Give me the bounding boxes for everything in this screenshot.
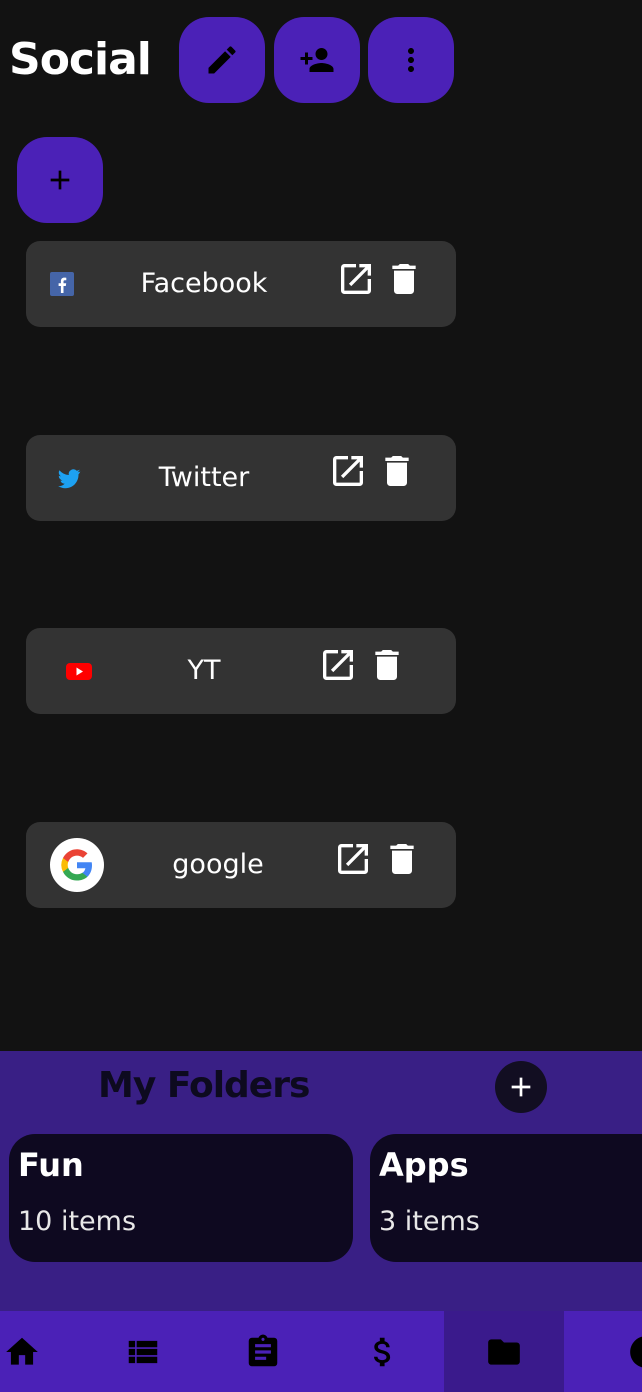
link-label: YT — [187, 655, 221, 686]
plus-icon — [50, 170, 70, 190]
youtube-icon — [65, 657, 93, 685]
nav-theme[interactable] — [564, 1311, 642, 1392]
nav-list[interactable] — [83, 1311, 203, 1392]
page-title: Social — [9, 34, 152, 85]
pencil-icon — [208, 46, 236, 74]
trash-icon — [392, 264, 416, 294]
folder-item-count: 3 items — [379, 1206, 480, 1237]
add-person-button[interactable] — [274, 17, 360, 103]
clipboard-icon — [248, 1334, 278, 1366]
nav-clipboard[interactable] — [203, 1311, 323, 1392]
add-folder-button[interactable] — [495, 1061, 547, 1113]
folders-panel: My Folders Fun 10 items Apps 3 items — [0, 1051, 642, 1311]
folder-name: Fun — [18, 1146, 84, 1184]
folder-card-fun[interactable]: Fun 10 items — [9, 1134, 353, 1262]
add-link-button[interactable] — [17, 137, 103, 223]
delete-link-button[interactable] — [367, 645, 407, 685]
link-card-google[interactable]: google — [26, 822, 456, 908]
bottom-nav — [0, 1311, 642, 1392]
twitter-icon — [56, 465, 82, 491]
trash-icon — [390, 844, 414, 874]
nav-folders[interactable] — [444, 1311, 564, 1392]
link-card-facebook[interactable]: Facebook — [26, 241, 456, 327]
open-external-icon — [341, 264, 371, 294]
link-card-twitter[interactable]: Twitter — [26, 435, 456, 521]
delete-link-button[interactable] — [384, 259, 424, 299]
link-label: google — [172, 849, 264, 880]
open-link-button[interactable] — [318, 645, 358, 685]
open-link-button[interactable] — [328, 451, 368, 491]
add-person-icon — [300, 48, 334, 72]
more-vert-icon — [408, 48, 414, 72]
link-label: Twitter — [158, 462, 250, 493]
open-link-button[interactable] — [333, 839, 373, 879]
more-options-button[interactable] — [368, 17, 454, 103]
folder-card-apps[interactable]: Apps 3 items — [370, 1134, 642, 1262]
edit-button[interactable] — [179, 17, 265, 103]
nav-dollar[interactable] — [323, 1311, 443, 1392]
facebook-icon — [50, 272, 74, 296]
nav-home[interactable] — [0, 1311, 82, 1392]
plus-icon — [511, 1077, 531, 1097]
folder-name: Apps — [379, 1146, 469, 1184]
dollar-icon — [374, 1337, 391, 1366]
list-icon — [128, 1340, 158, 1363]
app-screen: Social Facebook Twitter YT google My Fol… — [0, 0, 642, 1392]
google-icon — [49, 837, 105, 893]
link-label: Facebook — [140, 268, 268, 299]
contrast-icon — [630, 1336, 642, 1367]
open-link-button[interactable] — [336, 259, 376, 299]
home-icon — [6, 1337, 38, 1365]
open-external-icon — [323, 650, 353, 680]
folders-title: My Folders — [98, 1065, 310, 1106]
delete-link-button[interactable] — [382, 839, 422, 879]
trash-icon — [385, 456, 409, 486]
folder-item-count: 10 items — [18, 1206, 137, 1237]
open-external-icon — [333, 456, 363, 486]
open-external-icon — [338, 844, 368, 874]
delete-link-button[interactable] — [377, 451, 417, 491]
link-card-yt[interactable]: YT — [26, 628, 456, 714]
trash-icon — [375, 650, 399, 680]
folder-icon — [488, 1338, 520, 1365]
